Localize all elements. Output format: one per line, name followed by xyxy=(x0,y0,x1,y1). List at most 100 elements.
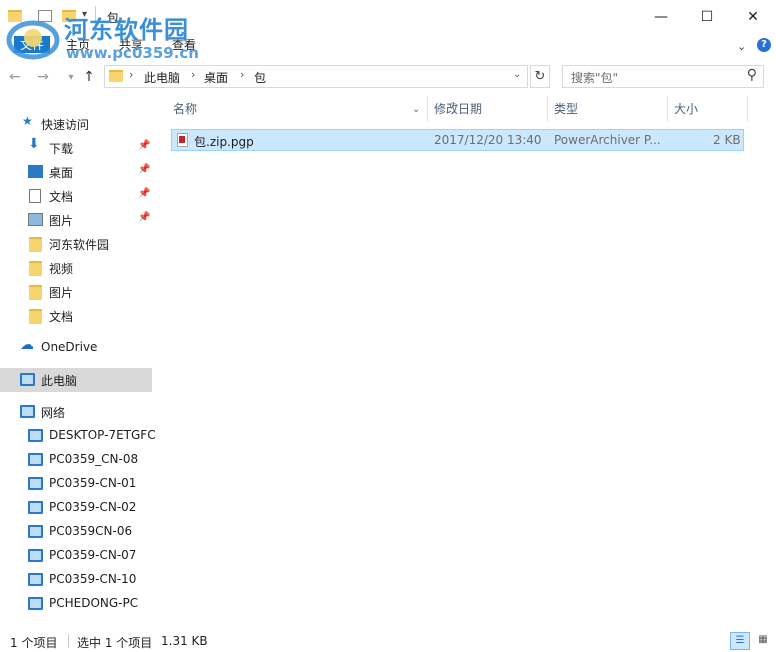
status-bar: 1 个项目 选中 1 个项目 1.31 KB ☰ ▦ xyxy=(0,628,776,652)
sidebar-item-label: 桌面 xyxy=(49,166,74,180)
sidebar-item-folder[interactable]: 图片 xyxy=(0,280,152,304)
computer-icon xyxy=(28,501,43,514)
watermark-title: 河东软件园 xyxy=(64,16,189,44)
breadcrumb-separator[interactable]: › xyxy=(191,68,195,81)
sidebar-item-label: 图片 xyxy=(49,214,74,228)
help-icon[interactable]: ? xyxy=(757,38,771,52)
sidebar-item-computer[interactable]: PC0359-CN-01 xyxy=(0,472,152,496)
sidebar-item-label: 下载 xyxy=(49,142,74,156)
sidebar-item-label: 此电脑 xyxy=(41,374,78,388)
breadcrumb-this-pc[interactable]: 此电脑 xyxy=(144,69,180,86)
sidebar-item-label: PC0359-CN-10 xyxy=(49,572,137,586)
sidebar-item-label: 文档 xyxy=(49,190,74,204)
folder-icon xyxy=(29,309,42,324)
sidebar-item-computer[interactable]: DESKTOP-7ETGFC xyxy=(0,424,156,448)
maximize-button[interactable]: ☐ xyxy=(684,0,730,34)
sidebar-item-computer[interactable]: PCHEDONG-PC xyxy=(0,592,152,616)
sidebar-item-label: PC0359CN-06 xyxy=(49,524,133,538)
watermark-logo xyxy=(6,20,60,60)
status-selected-count: 选中 1 个项目 xyxy=(77,636,153,650)
star-icon: ★ xyxy=(22,114,33,128)
forward-arrow-icon[interactable]: → xyxy=(34,68,52,86)
breadcrumb-separator[interactable]: › xyxy=(240,68,244,81)
file-date: 2017/12/20 13:40 xyxy=(434,133,542,147)
desktop-icon xyxy=(28,165,43,178)
breadcrumb-desktop[interactable]: 桌面 xyxy=(204,69,228,86)
watermark-url: www.pc0359.cn xyxy=(66,44,199,62)
sidebar-item-label: OneDrive xyxy=(41,340,98,354)
column-header-name[interactable]: 名称 ︿ ⌄ xyxy=(156,96,458,123)
sidebar-item-label: PC0359_CN-08 xyxy=(49,452,139,466)
document-icon xyxy=(29,189,41,203)
sidebar-item-pictures[interactable]: 图片 📌 xyxy=(0,208,152,232)
search-input[interactable]: 搜索"包" ⚲ xyxy=(562,65,764,88)
expand-ribbon-icon[interactable]: ⌄ xyxy=(737,40,746,53)
pin-icon[interactable]: 📌 xyxy=(138,212,150,223)
file-size: 2 KB xyxy=(713,133,741,147)
sidebar-item-computer[interactable]: PC0359-CN-10 xyxy=(0,568,152,592)
up-arrow-icon[interactable]: ↑ xyxy=(80,68,98,86)
search-placeholder: 搜索"包" xyxy=(571,71,619,85)
sidebar-item-computer[interactable]: PC0359CN-06 xyxy=(0,520,152,544)
computer-icon xyxy=(28,453,43,466)
folder-icon xyxy=(29,237,42,252)
sidebar-item-this-pc[interactable]: 此电脑 xyxy=(0,368,152,392)
sidebar-item-folder[interactable]: 河东软件园 xyxy=(0,232,152,256)
sidebar-item-label: PC0359-CN-02 xyxy=(49,500,137,514)
column-header-size[interactable]: 大小 xyxy=(668,96,748,122)
column-header-label: 名称 xyxy=(173,102,198,116)
sidebar-item-label: DESKTOP-7ETGFC xyxy=(49,428,156,442)
sidebar-item-folder[interactable]: 文档 xyxy=(0,304,152,328)
sidebar-item-quick-access[interactable]: ★ 快速访问 xyxy=(0,112,152,136)
sidebar-item-computer[interactable]: PC0359-CN-07 xyxy=(0,544,152,568)
column-header-type[interactable]: 类型 xyxy=(548,96,668,122)
pictures-icon xyxy=(28,213,43,226)
status-selected-size: 1.31 KB xyxy=(161,634,208,648)
pin-icon[interactable]: 📌 xyxy=(138,140,150,151)
back-arrow-icon[interactable]: ← xyxy=(6,68,24,86)
network-icon xyxy=(20,405,35,418)
sidebar-item-documents[interactable]: 文档 📌 xyxy=(0,184,152,208)
computer-icon xyxy=(28,429,43,442)
table-row[interactable]: 包.zip.pgp 2017/12/20 13:40 PowerArchiver… xyxy=(171,129,744,151)
pin-icon[interactable]: 📌 xyxy=(138,188,150,199)
computer-icon xyxy=(28,477,43,490)
sidebar-item-computer[interactable]: PC0359_CN-08 xyxy=(0,448,152,472)
computer-icon xyxy=(20,373,35,386)
recent-locations-chevron-icon[interactable]: ▾ xyxy=(62,68,80,86)
status-divider xyxy=(68,634,69,648)
large-icons-view-icon[interactable]: ▦ xyxy=(754,632,772,650)
folder-icon xyxy=(29,285,42,300)
sidebar-item-network[interactable]: 网络 xyxy=(0,400,152,424)
folder-icon xyxy=(29,261,42,276)
sidebar-item-desktop[interactable]: 桌面 📌 xyxy=(0,160,152,184)
navigation-pane[interactable]: ★ 快速访问 ⬇ 下载 📌 桌面 📌 文档 📌 图片 📌 河东软件园 视频 图片… xyxy=(0,108,156,628)
address-dropdown-icon[interactable]: ⌄ xyxy=(513,69,521,80)
address-bar[interactable]: › 此电脑 › 桌面 › 包 ⌄ xyxy=(104,65,528,88)
sidebar-item-label: 河东软件园 xyxy=(49,238,110,252)
column-headers: 名称 ︿ ⌄ 修改日期 类型 大小 xyxy=(156,96,748,122)
search-icon[interactable]: ⚲ xyxy=(747,67,757,83)
sidebar-item-label: 文档 xyxy=(49,310,74,324)
computer-icon xyxy=(28,525,43,538)
sidebar-item-folder[interactable]: 视频 xyxy=(0,256,152,280)
pin-icon[interactable]: 📌 xyxy=(138,164,150,175)
folder-icon xyxy=(109,70,123,82)
details-view-icon[interactable]: ☰ xyxy=(730,632,750,650)
breadcrumb-separator[interactable]: › xyxy=(129,68,133,81)
breadcrumb-current[interactable]: 包 xyxy=(254,69,266,86)
sidebar-item-downloads[interactable]: ⬇ 下载 📌 xyxy=(0,136,152,160)
sidebar-item-onedrive[interactable]: ☁ OneDrive xyxy=(0,336,152,360)
sidebar-item-label: 视频 xyxy=(49,262,74,276)
sidebar-item-computer[interactable]: PC0359-CN-02 xyxy=(0,496,152,520)
sidebar-item-label: PC0359-CN-01 xyxy=(49,476,137,490)
minimize-button[interactable]: — xyxy=(638,0,684,34)
refresh-button[interactable]: ↻ xyxy=(530,65,550,88)
download-arrow-icon: ⬇ xyxy=(28,136,40,152)
file-type: PowerArchiver P... xyxy=(554,133,661,147)
column-filter-dropdown-icon[interactable]: ⌄ xyxy=(412,97,420,123)
close-button[interactable]: ✕ xyxy=(730,0,776,34)
column-header-date[interactable]: 修改日期 xyxy=(428,96,548,122)
sidebar-item-label: 图片 xyxy=(49,286,74,300)
cloud-icon: ☁ xyxy=(20,337,34,353)
